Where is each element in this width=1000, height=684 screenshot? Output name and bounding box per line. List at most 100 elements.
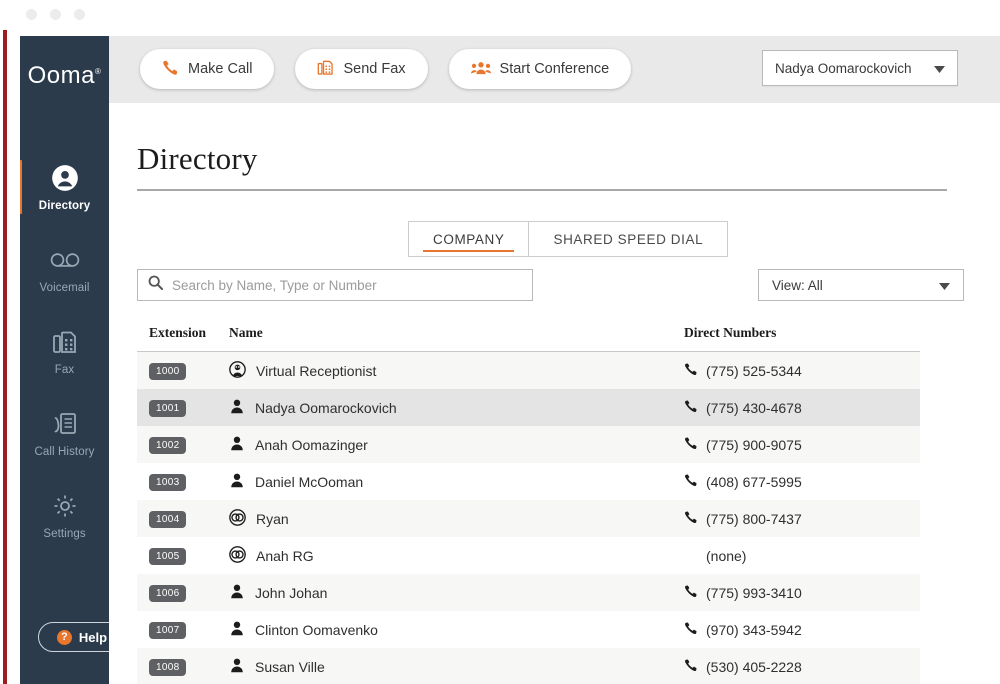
cell-name: Virtual Receptionist	[229, 361, 684, 381]
extension-badge: 1002	[149, 437, 186, 454]
direct-number: (775) 430-4678	[706, 400, 802, 416]
table-row[interactable]: 1008Susan Ville(530) 405-2228	[137, 648, 920, 684]
send-fax-button[interactable]: Send Fax	[295, 49, 427, 89]
active-indicator	[20, 160, 22, 214]
contact-name: Ryan	[256, 511, 289, 527]
cell-extension: 1002	[137, 435, 229, 454]
make-call-button[interactable]: Make Call	[140, 49, 274, 89]
extension-badge: 1003	[149, 474, 186, 491]
ring-group-icon	[229, 546, 246, 566]
start-conference-label: Start Conference	[500, 61, 610, 77]
direct-number: (970) 343-5942	[706, 622, 802, 638]
browser-edge-stripe	[3, 0, 7, 684]
phone-icon	[162, 59, 179, 80]
cell-direct-number: (530) 405-2228	[684, 658, 920, 675]
contact-name: Anah RG	[256, 548, 314, 564]
table-header-row: Extension Name Direct Numbers	[137, 325, 920, 351]
fax-icon	[52, 327, 78, 357]
cell-direct-number: (408) 677-5995	[684, 473, 920, 490]
sidebar-item-call-history[interactable]: Call History	[20, 392, 109, 474]
cell-name: Susan Ville	[229, 657, 684, 676]
window-maximize-dot[interactable]	[50, 9, 61, 20]
person-icon	[229, 398, 245, 417]
page-title: Directory	[137, 141, 258, 177]
sidebar-item-label: Settings	[43, 528, 85, 540]
chevron-down-icon	[934, 61, 945, 76]
phone-icon	[684, 473, 698, 490]
cell-name: Anah RG	[229, 546, 684, 566]
table-row[interactable]: 1005 Anah RG (none)	[137, 537, 920, 574]
phone-icon	[684, 436, 698, 453]
table-row[interactable]: 1003 Daniel McOoman (408) 677-5995	[137, 463, 920, 500]
contact-name: Daniel McOoman	[255, 474, 363, 490]
help-button[interactable]: ? Help	[38, 622, 109, 652]
extension-badge: 1007	[149, 622, 186, 639]
cell-name: Ryan	[229, 509, 684, 529]
table-row[interactable]: 1006John Johan(775) 993-3410	[137, 574, 920, 611]
registered-trademark-icon: ®	[95, 67, 101, 76]
gear-icon	[52, 491, 78, 521]
directory-tabs: COMPANY SHARED SPEED DIAL	[409, 221, 728, 257]
person-icon	[229, 620, 245, 639]
cell-name: Anah Oomazinger	[229, 435, 684, 454]
view-filter-value: View: All	[772, 278, 823, 293]
direct-number: (408) 677-5995	[706, 474, 802, 490]
phone-icon	[684, 584, 698, 601]
direct-number: (530) 405-2228	[706, 659, 802, 675]
window-chrome	[0, 0, 1000, 30]
toolbar-actions: Make Call Send Fax	[140, 49, 631, 89]
cell-direct-number: (970) 343-5942	[684, 621, 920, 638]
cell-extension: 1000	[137, 361, 229, 380]
cell-name: Clinton Oomavenko	[229, 620, 684, 639]
window-minimize-dot[interactable]	[26, 9, 37, 20]
call-history-icon	[52, 409, 78, 439]
person-icon	[229, 472, 245, 491]
cell-direct-number: (775) 800-7437	[684, 510, 920, 527]
phone-icon	[684, 399, 698, 416]
ooma-logo[interactable]: Ooma®	[20, 62, 109, 90]
virtual-receptionist-icon	[229, 361, 246, 381]
fax-icon	[317, 59, 334, 80]
phone-icon	[684, 658, 698, 675]
help-button-label: Help	[79, 630, 107, 645]
main-content: Directory COMPANY SHARED SPEED DIAL View…	[109, 103, 1000, 684]
sidebar-item-fax[interactable]: Fax	[20, 310, 109, 392]
view-filter-dropdown[interactable]: View: All	[758, 269, 964, 301]
extension-badge: 1005	[149, 548, 186, 565]
table-row[interactable]: 1001Nadya Oomarockovich(775) 430-4678	[137, 389, 920, 426]
sidebar-item-voicemail[interactable]: Voicemail	[20, 228, 109, 310]
direct-number: (775) 800-7437	[706, 511, 802, 527]
contact-name: Anah Oomazinger	[255, 437, 368, 453]
chevron-down-icon	[939, 278, 950, 293]
sidebar-item-label: Fax	[55, 364, 74, 376]
cell-direct-number: (775) 430-4678	[684, 399, 920, 416]
window-close-dot[interactable]	[74, 9, 85, 20]
table-row[interactable]: 1007 Clinton Oomavenko (970) 343-5942	[137, 611, 920, 648]
table-row[interactable]: 1004 Ryan (775) 800-7437	[137, 500, 920, 537]
sidebar-item-label: Call History	[35, 446, 95, 458]
sidebar-nav: Directory Voicemail	[20, 146, 109, 556]
window-controls	[26, 9, 85, 20]
group-people-icon	[471, 59, 491, 80]
extension-badge: 1000	[149, 363, 186, 380]
start-conference-button[interactable]: Start Conference	[449, 49, 632, 89]
search-box[interactable]	[137, 269, 533, 301]
contact-name: Virtual Receptionist	[256, 363, 376, 379]
top-toolbar: Make Call Send Fax	[109, 36, 1000, 103]
tab-shared-speed-dial[interactable]: SHARED SPEED DIAL	[528, 221, 728, 257]
cell-direct-number: (none)	[684, 548, 920, 564]
table-row[interactable]: 1002Anah Oomazinger(775) 900-9075	[137, 426, 920, 463]
extension-badge: 1004	[149, 511, 186, 528]
sidebar-item-settings[interactable]: Settings	[20, 474, 109, 556]
person-icon	[229, 435, 245, 454]
direct-number: (none)	[706, 548, 746, 564]
phone-icon	[684, 510, 698, 527]
tab-company[interactable]: COMPANY	[408, 221, 529, 257]
contact-name: John Johan	[255, 585, 327, 601]
sidebar-item-directory[interactable]: Directory	[20, 146, 109, 228]
person-icon	[229, 657, 245, 676]
search-input[interactable]	[172, 278, 522, 293]
cell-name: Daniel McOoman	[229, 472, 684, 491]
table-row[interactable]: 1000Virtual Receptionist(775) 525-5344	[137, 352, 920, 389]
user-account-dropdown[interactable]: Nadya Oomarockovich	[762, 50, 958, 86]
